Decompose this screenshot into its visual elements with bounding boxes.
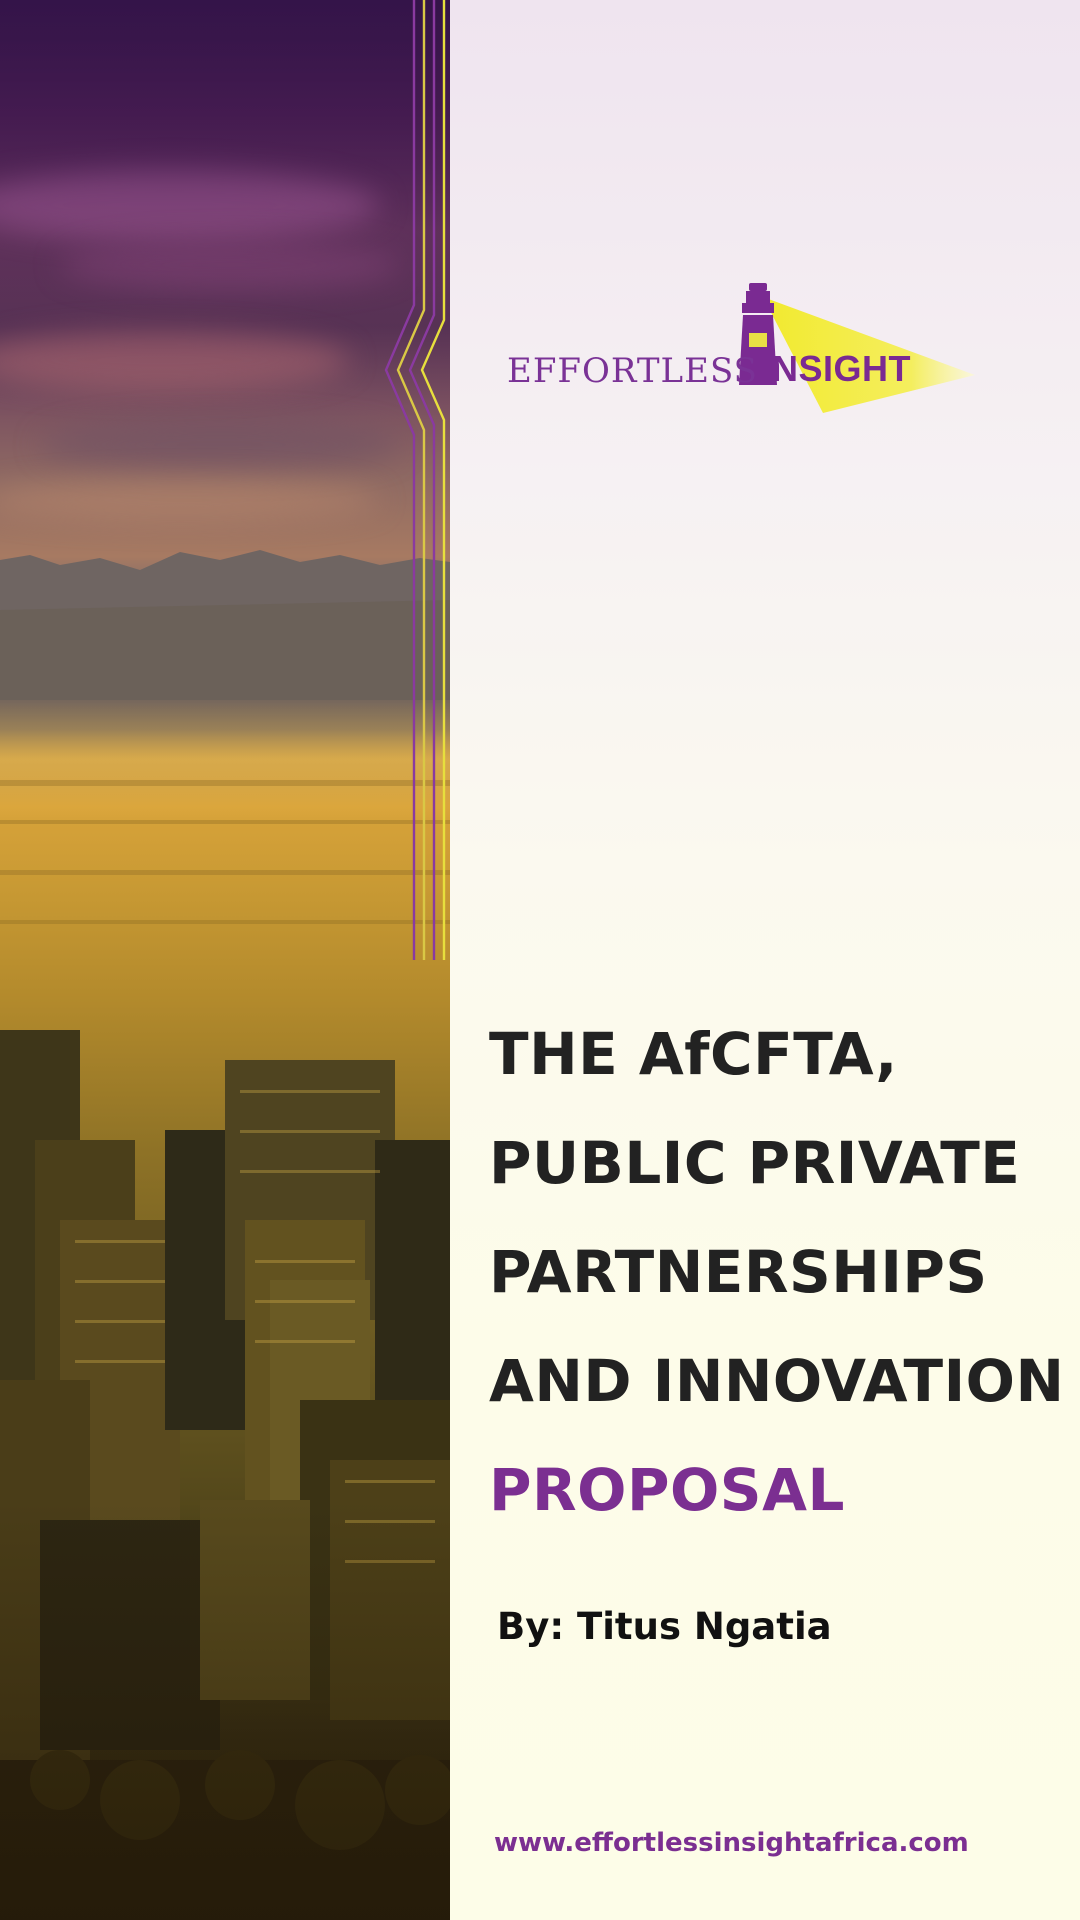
author-byline: By: Titus Ngatia [497, 1605, 832, 1648]
lighthouse-icon [739, 283, 975, 413]
document-title: THE AfCFTA, PUBLIC PRIVATE PARTNERSHIPS … [489, 1000, 1069, 1545]
title-line-4: AND INNOVATION [489, 1347, 1065, 1415]
title-line-2: PUBLIC PRIVATE [489, 1129, 1021, 1197]
title-accent-proposal: PROPOSAL [489, 1456, 845, 1524]
title-line-1: THE AfCFTA, [489, 1020, 898, 1088]
title-line-3: PARTNERSHIPS [489, 1238, 988, 1306]
logo-word-effortless: EFFORTLESS [507, 351, 758, 391]
decorative-border-lines [384, 0, 446, 960]
logo-word-nsight: NSIGHT [772, 348, 912, 389]
cover-page: EFFORTLESS NSIGHT THE AfCFTA, PUBLIC PRI… [0, 0, 1080, 1920]
effortless-insight-logo: EFFORTLESS NSIGHT [505, 275, 975, 415]
website-link[interactable]: www.effortlessinsightafrica.com [494, 1828, 969, 1858]
